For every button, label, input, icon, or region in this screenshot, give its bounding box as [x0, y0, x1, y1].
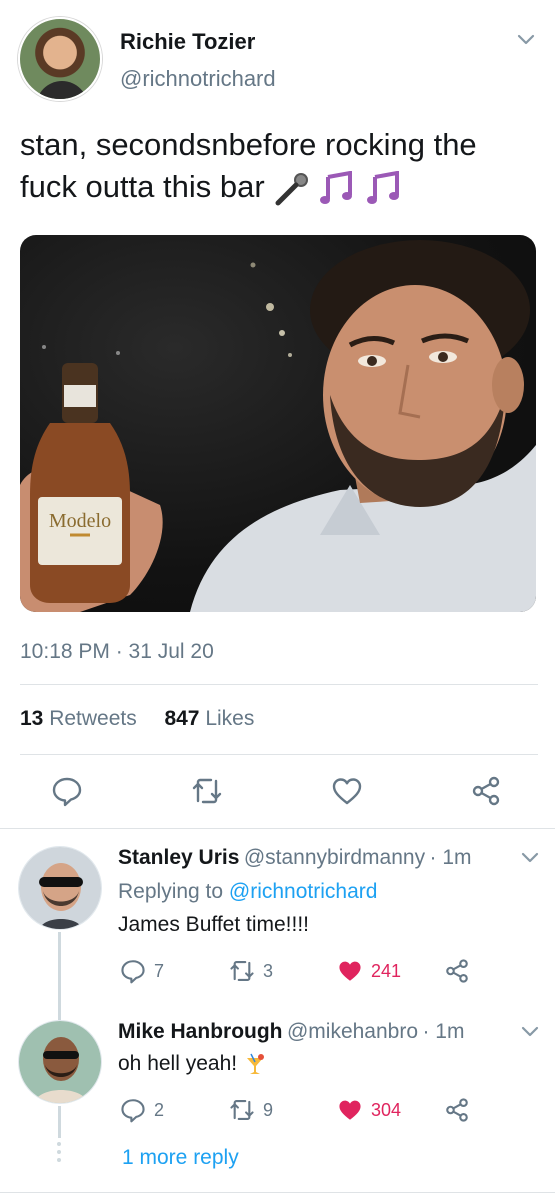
share-icon[interactable]: [444, 958, 470, 984]
reply-icon[interactable]: [51, 775, 83, 807]
avatar-image: [19, 1021, 101, 1103]
like-icon[interactable]: [331, 775, 363, 807]
reply-action-like[interactable]: 304: [337, 1097, 401, 1123]
thread-line: [58, 932, 61, 1020]
tweet-stats: 13 Retweets 847 Likes: [20, 707, 254, 731]
reply-header: Mike Hanbrough @mikehanbro · 1m: [118, 1020, 464, 1044]
share-icon[interactable]: [444, 1097, 470, 1123]
more-replies-dots: [57, 1142, 61, 1166]
divider: [0, 1192, 555, 1193]
retweet-icon[interactable]: [229, 1097, 255, 1123]
reply-count: 2: [154, 1099, 165, 1120]
divider: [20, 754, 538, 755]
reply-author-handle[interactable]: @mikehanbro: [287, 1020, 418, 1043]
share-icon[interactable]: [470, 775, 502, 807]
reply-action-reply[interactable]: 7: [120, 958, 164, 984]
replying-to-prefix: Replying to: [118, 880, 224, 903]
reply-action-retweet[interactable]: 3: [229, 958, 273, 984]
avatar-shirt: [36, 81, 88, 99]
replying-to: Replying to @richnotrichard: [118, 880, 377, 904]
tweet-text: stan, secondsnbefore rocking the fuck ou…: [20, 124, 535, 208]
photo-illustration: Modelo: [20, 240, 536, 612]
like-count: 241: [371, 960, 402, 981]
reply-icon[interactable]: [120, 1097, 146, 1123]
author-name[interactable]: Richie Tozier: [120, 29, 255, 55]
reply-time: · 1m: [429, 846, 472, 869]
reply-icon[interactable]: [120, 958, 146, 984]
tropical-drink-icon: [246, 1054, 264, 1075]
like-count: 304: [371, 1099, 402, 1120]
reply-action-reply[interactable]: 2: [120, 1097, 164, 1123]
tweet-timestamp[interactable]: 10:18 PM · 31 Jul 20: [20, 640, 214, 664]
reply-avatar[interactable]: [18, 846, 102, 930]
thread-line: [58, 1106, 61, 1138]
likes-count[interactable]: 847: [164, 707, 199, 730]
chevron-down-icon[interactable]: [521, 1026, 539, 1038]
retweet-count: 9: [263, 1099, 274, 1120]
avatar-image: [19, 847, 101, 929]
reply-text-content: oh hell yeah!: [118, 1052, 238, 1075]
reply-author-name[interactable]: Stanley Uris: [118, 846, 239, 869]
reply-time: · 1m: [422, 1020, 465, 1043]
reply-text: James Buffet time!!!!: [118, 913, 310, 936]
liked-heart-icon[interactable]: [337, 1097, 363, 1123]
reply-text: oh hell yeah!: [118, 1052, 267, 1076]
reply-count: 7: [154, 960, 165, 981]
tweet-text-line1: stan, secondsnbefore rocking the: [20, 127, 477, 162]
likes-label[interactable]: Likes: [205, 707, 254, 730]
chevron-down-icon[interactable]: [521, 852, 539, 864]
chevron-down-icon[interactable]: [517, 34, 535, 46]
bottle-label: Modelo: [49, 510, 111, 532]
reply-header: Stanley Uris @stannybirdmanny · 1m: [118, 846, 472, 870]
tweet-header: Richie Tozier @richnotrichard: [0, 0, 555, 120]
reply-action-retweet[interactable]: 9: [229, 1097, 273, 1123]
reply-action-like[interactable]: 241: [337, 958, 401, 984]
reply-avatar[interactable]: [18, 1020, 102, 1104]
divider: [20, 684, 538, 685]
replying-to-handle[interactable]: @richnotrichard: [229, 880, 378, 903]
musical-notes-icon: [319, 170, 352, 204]
retweets-count[interactable]: 13: [20, 707, 43, 730]
tweet-text-line2: fuck outta this bar: [20, 169, 265, 204]
retweet-icon[interactable]: [191, 775, 223, 807]
retweet-icon[interactable]: [229, 958, 255, 984]
musical-notes-icon: [366, 170, 399, 204]
reply-author-name[interactable]: Mike Hanbrough: [118, 1020, 283, 1043]
liked-heart-icon[interactable]: [337, 958, 363, 984]
microphone-icon: [275, 172, 309, 206]
retweet-count: 3: [263, 960, 274, 981]
more-replies-link[interactable]: 1 more reply: [122, 1146, 239, 1170]
divider: [0, 828, 555, 829]
reply-author-handle[interactable]: @stannybirdmanny: [244, 846, 425, 869]
retweets-label[interactable]: Retweets: [49, 707, 137, 730]
author-handle[interactable]: @richnotrichard: [120, 66, 276, 92]
tweet-photo[interactable]: Modelo: [20, 235, 536, 612]
author-avatar[interactable]: [18, 17, 102, 101]
